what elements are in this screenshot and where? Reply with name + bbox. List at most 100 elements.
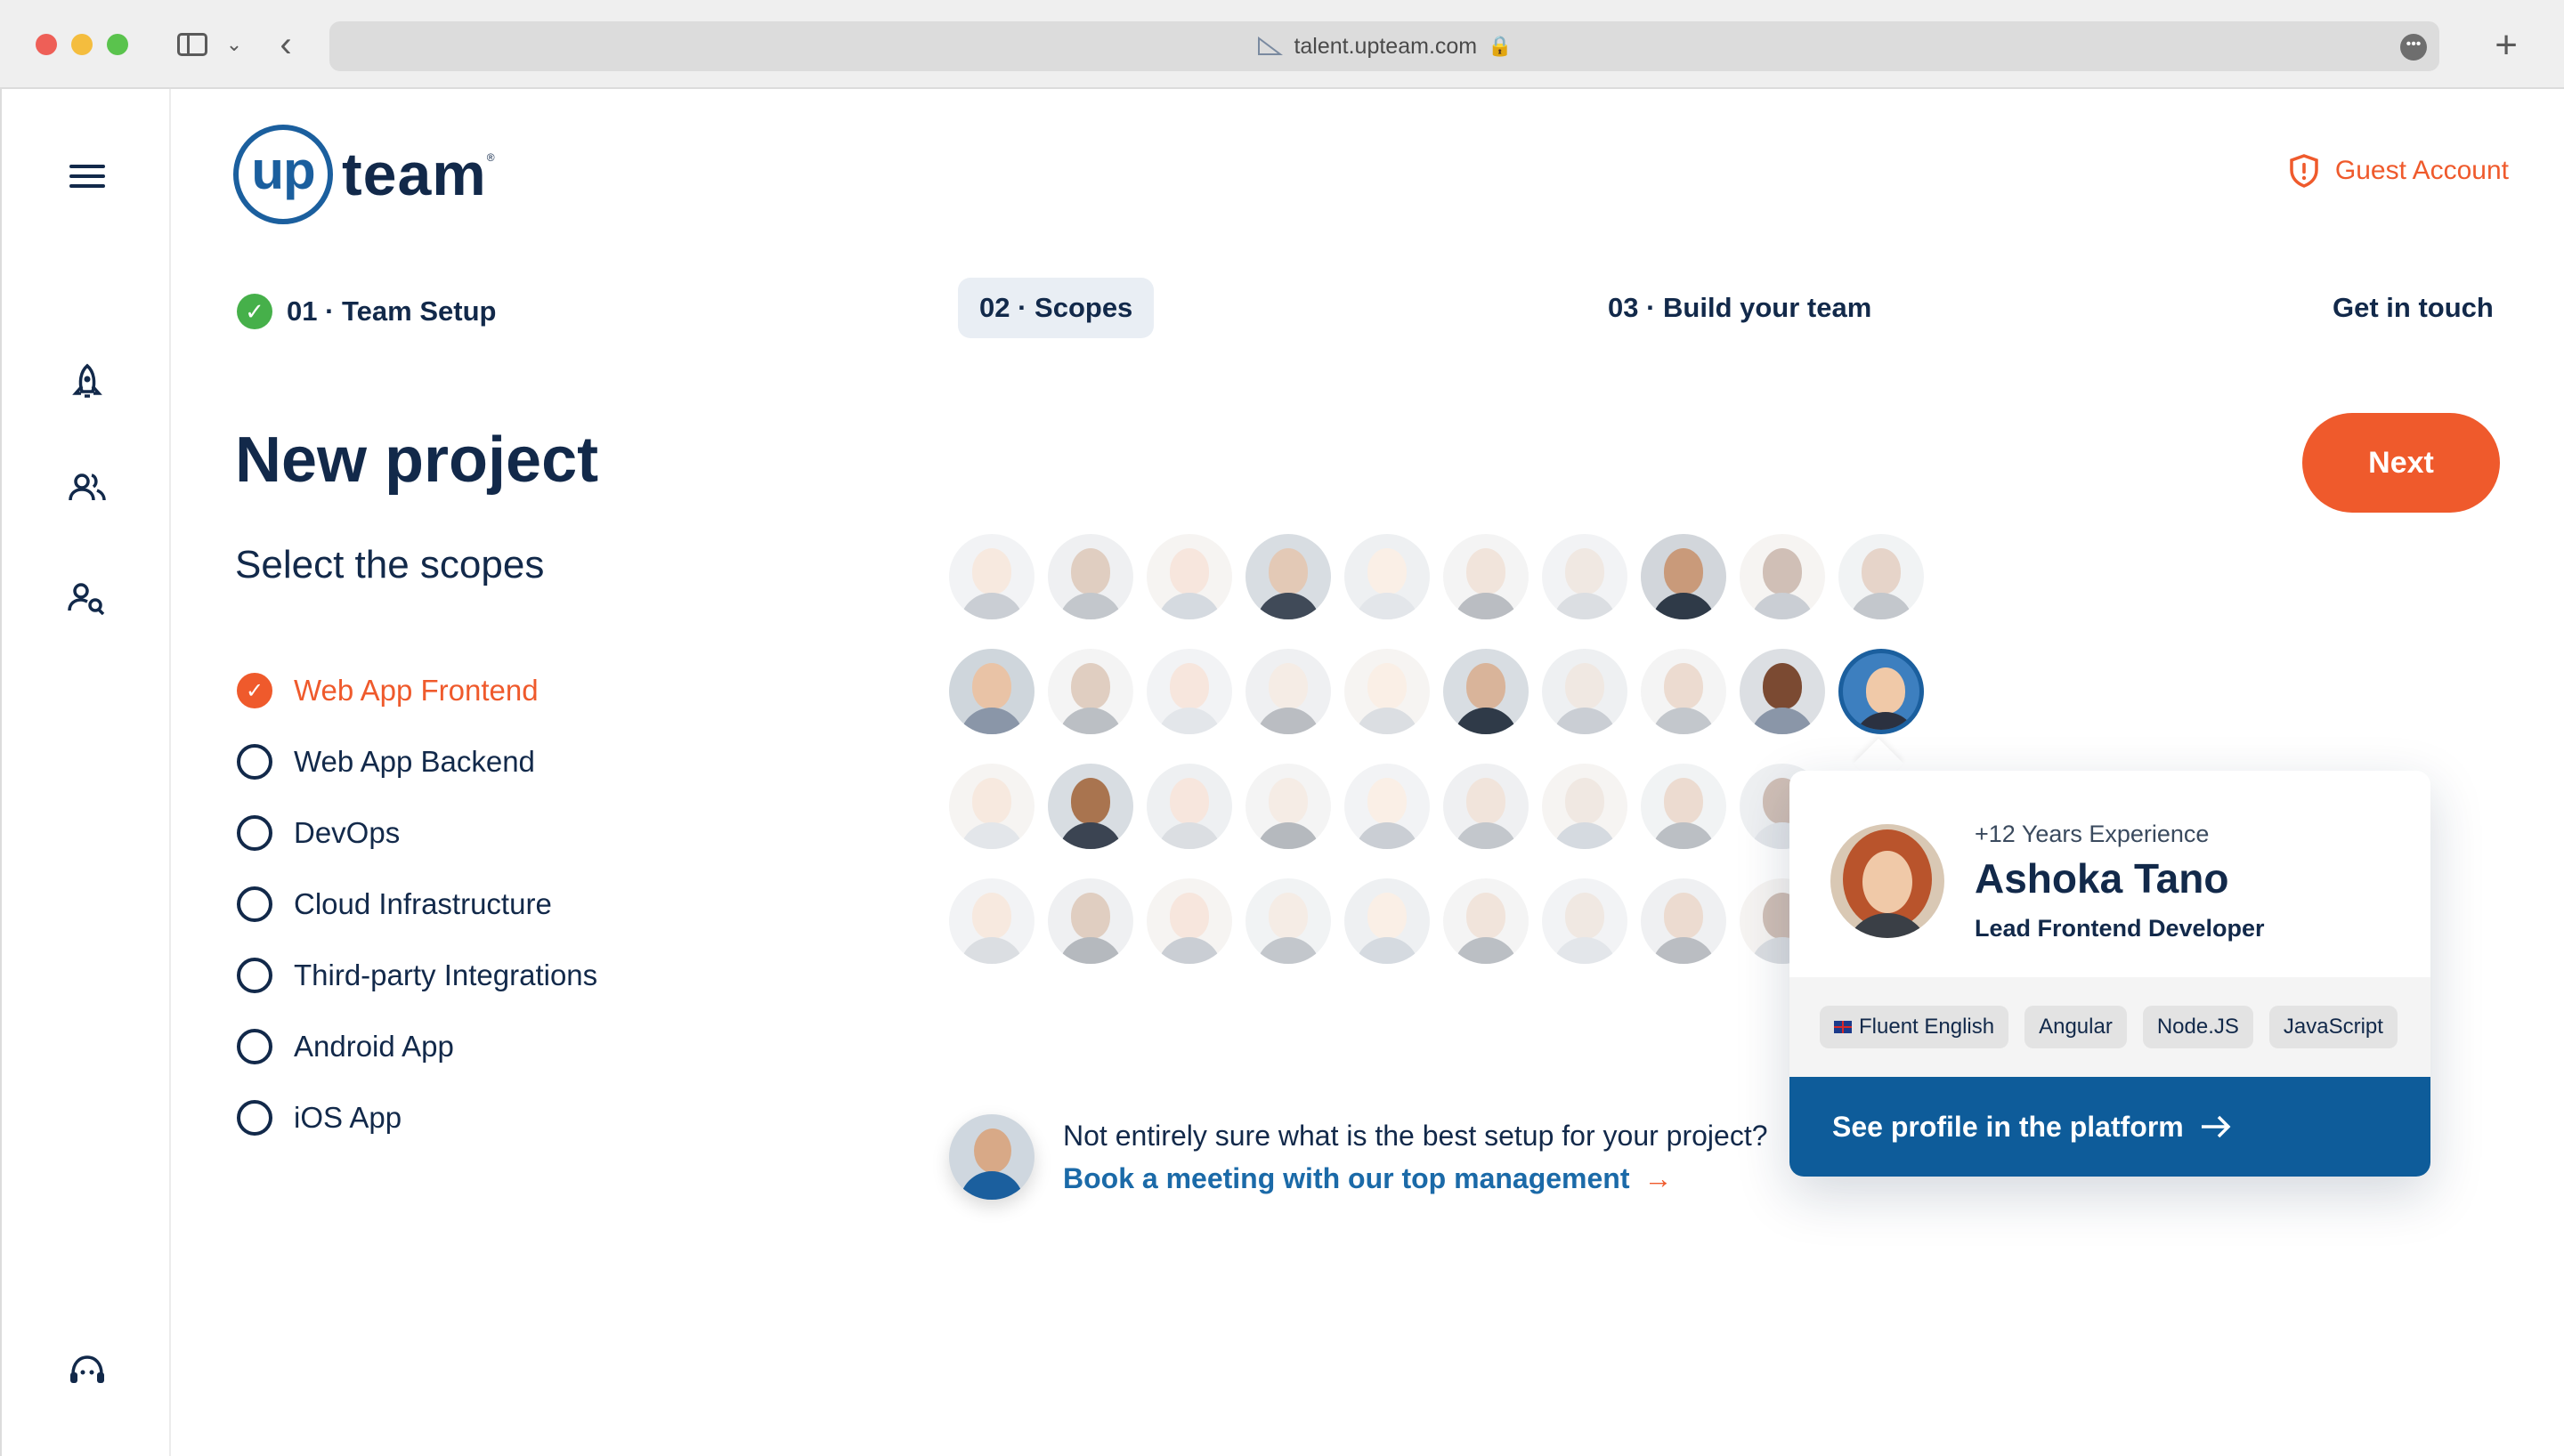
talent-avatar[interactable]: [1838, 649, 1924, 734]
scope-web-app-frontend[interactable]: ✓ Web App Frontend: [237, 655, 597, 726]
uk-flag-icon: [1834, 1021, 1852, 1033]
rocket-icon[interactable]: [66, 361, 109, 404]
arrow-right-icon: [2201, 1115, 2231, 1138]
talent-avatar[interactable]: [1147, 764, 1232, 849]
step-scopes[interactable]: 02 · Scopes: [958, 278, 1155, 338]
step-scopes-label: 02 · Scopes: [979, 292, 1133, 323]
profile-card: +12 Years Experience Ashoka Tano Lead Fr…: [1789, 771, 2430, 1177]
talent-avatar[interactable]: [1641, 649, 1726, 734]
step-get-in-touch[interactable]: Get in touch: [2333, 278, 2494, 338]
scope-devops[interactable]: DevOps: [237, 797, 597, 869]
talent-avatar[interactable]: [1048, 764, 1133, 849]
talent-avatar[interactable]: [1542, 534, 1627, 619]
talent-avatar[interactable]: [1048, 534, 1133, 619]
talent-avatar[interactable]: [1641, 534, 1726, 619]
lock-icon: 🔒: [1488, 35, 1513, 57]
talent-avatar[interactable]: [1245, 878, 1331, 964]
scope-label: Third-party Integrations: [294, 959, 598, 991]
guest-account-link[interactable]: Guest Account: [2289, 153, 2509, 189]
step-team-setup-label: 01 · Team Setup: [287, 295, 497, 327]
step-build-team[interactable]: 03 · Build your team: [1608, 278, 1871, 338]
browser-toolbar: ⌄ ‹ talent.upteam.com 🔒 ••• +: [0, 0, 2564, 89]
talent-avatar[interactable]: [949, 534, 1035, 619]
talent-avatar[interactable]: [1344, 878, 1430, 964]
talent-avatar[interactable]: [1147, 878, 1232, 964]
profile-experience: +12 Years Experience: [1975, 821, 2210, 847]
talent-avatar[interactable]: [1048, 649, 1133, 734]
checked-circle-icon: ✓: [237, 673, 272, 708]
user-search-icon[interactable]: [66, 577, 109, 619]
support-headset-icon[interactable]: [66, 1349, 109, 1392]
scope-third-party-integrations[interactable]: Third-party Integrations: [237, 940, 597, 1011]
talent-avatar[interactable]: [1344, 764, 1430, 849]
chevron-down-icon[interactable]: ⌄: [223, 28, 246, 61]
back-arrow-icon[interactable]: ‹: [272, 25, 299, 64]
profile-role: Lead Frontend Developer: [1975, 915, 2265, 942]
talent-avatar[interactable]: [1443, 764, 1529, 849]
upteam-logo[interactable]: up team ®: [233, 125, 495, 224]
radio-circle-icon: [237, 1100, 272, 1136]
skill-tag: Angular: [2024, 1006, 2127, 1048]
talent-avatar[interactable]: [1245, 534, 1331, 619]
talent-avatar[interactable]: [1443, 878, 1529, 964]
page-title: New project: [235, 425, 599, 496]
address-bar[interactable]: talent.upteam.com 🔒 •••: [329, 21, 2439, 71]
radio-circle-icon: [237, 886, 272, 922]
scope-label: Web App Frontend: [294, 674, 539, 707]
talent-avatar[interactable]: [949, 878, 1035, 964]
logo-team: team: [342, 141, 487, 208]
minimize-window-button[interactable]: [71, 34, 93, 55]
talent-avatar[interactable]: [1147, 534, 1232, 619]
book-meeting-label: Book a meeting with our top management: [1063, 1162, 1630, 1194]
sidebar-toggle-icon[interactable]: [174, 28, 210, 61]
talent-avatar[interactable]: [1641, 764, 1726, 849]
talent-avatar[interactable]: [1740, 649, 1825, 734]
shield-alert-icon: [2290, 154, 2318, 188]
radio-circle-icon: [237, 1029, 272, 1064]
skill-tag: JavaScript: [2268, 1006, 2398, 1048]
team-icon[interactable]: [66, 466, 109, 509]
logo-registered-mark: ®: [486, 151, 495, 164]
talent-avatar[interactable]: [1443, 649, 1529, 734]
scope-ios-app[interactable]: iOS App: [237, 1082, 597, 1153]
site-icon: [1258, 36, 1284, 55]
talent-avatar[interactable]: [949, 649, 1035, 734]
scope-web-app-backend[interactable]: Web App Backend: [237, 726, 597, 797]
logo-up: up: [233, 125, 333, 224]
talent-avatar[interactable]: [1048, 878, 1133, 964]
scope-label: Web App Backend: [294, 745, 535, 778]
talent-avatar[interactable]: [1542, 878, 1627, 964]
talent-avatar[interactable]: [1344, 649, 1430, 734]
talent-avatar[interactable]: [1641, 878, 1726, 964]
radio-circle-icon: [237, 744, 272, 780]
talent-avatar[interactable]: [1838, 534, 1924, 619]
menu-icon[interactable]: [66, 155, 109, 198]
step-team-setup[interactable]: ✓ 01 · Team Setup: [237, 281, 496, 342]
talent-avatar[interactable]: [1740, 534, 1825, 619]
meeting-question: Not entirely sure what is the best setup…: [1063, 1120, 1768, 1152]
new-tab-icon[interactable]: +: [2495, 23, 2518, 68]
talent-avatar[interactable]: [1443, 534, 1529, 619]
scope-cloud-infrastructure[interactable]: Cloud Infrastructure: [237, 869, 597, 940]
step-build-team-label: 03 · Build your team: [1608, 292, 1872, 323]
talent-avatar[interactable]: [1147, 649, 1232, 734]
talent-avatar[interactable]: [949, 764, 1035, 849]
talent-avatar[interactable]: [1542, 764, 1627, 849]
arrow-right-icon: →: [1643, 1162, 1673, 1194]
talent-avatar[interactable]: [1245, 649, 1331, 734]
next-button[interactable]: Next: [2302, 413, 2500, 513]
maximize-window-button[interactable]: [107, 34, 128, 55]
talent-avatar[interactable]: [1542, 649, 1627, 734]
profile-card-header: +12 Years Experience Ashoka Tano Lead Fr…: [1789, 771, 2430, 977]
skill-tag: Fluent English: [1820, 1006, 2009, 1048]
close-window-button[interactable]: [36, 34, 57, 55]
see-profile-button[interactable]: See profile in the platform: [1789, 1077, 2430, 1177]
profile-skill-tags: Fluent English Angular Node.JS JavaScrip…: [1789, 977, 2430, 1077]
scope-label: iOS App: [294, 1101, 402, 1134]
more-options-icon[interactable]: •••: [2400, 34, 2427, 61]
progress-steps: ✓ 01 · Team Setup 02 · Scopes 03 · Build…: [0, 278, 2564, 342]
talent-avatar[interactable]: [1344, 534, 1430, 619]
book-meeting-link[interactable]: Book a meeting with our top management →: [1063, 1162, 1673, 1195]
scope-android-app[interactable]: Android App: [237, 1011, 597, 1082]
talent-avatar[interactable]: [1245, 764, 1331, 849]
